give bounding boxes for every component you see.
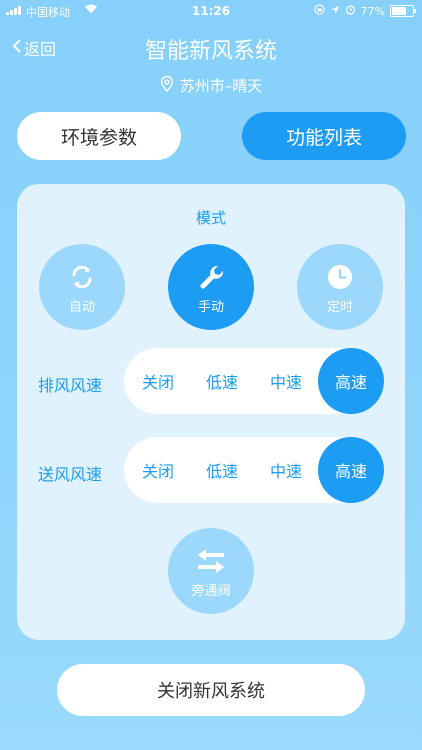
- location-text: 苏州市–晴天: [179, 77, 263, 95]
- swap-arrows-icon: [194, 544, 228, 578]
- location-row: 苏州市–晴天: [0, 75, 422, 96]
- supply-speed-selector: 关闭 低速 中速 高速: [124, 437, 384, 503]
- exhaust-option-off[interactable]: 关闭: [126, 348, 190, 414]
- supply-option-medium[interactable]: 中速: [254, 437, 318, 503]
- lock-rotation-icon: [313, 4, 325, 18]
- exhaust-option-low[interactable]: 低速: [190, 348, 254, 414]
- status-bar: 中国移动 11:26 77%: [0, 0, 422, 22]
- location-arrow-icon: [330, 5, 340, 18]
- exhaust-speed-selector: 关闭 低速 中速 高速: [124, 348, 384, 414]
- page-title: 智能新风系统: [144, 39, 277, 64]
- supply-option-off[interactable]: 关闭: [126, 437, 190, 503]
- supply-option-low[interactable]: 低速: [190, 437, 254, 503]
- exhaust-option-medium[interactable]: 中速: [254, 348, 318, 414]
- exhaust-option-high[interactable]: 高速: [318, 348, 384, 414]
- mode-label: 模式: [195, 209, 226, 227]
- mode-manual-label: 手动: [197, 299, 224, 315]
- close-system-button[interactable]: 关闭新风系统: [57, 664, 365, 716]
- mode-timer-label: 定时: [326, 299, 353, 315]
- mode-manual-button[interactable]: 手动: [168, 244, 254, 330]
- bypass-valve-label: 旁通阀: [191, 583, 231, 599]
- bypass-valve-button[interactable]: 旁通阀: [168, 528, 254, 614]
- tab-function-list[interactable]: 功能列表: [242, 112, 406, 160]
- alarm-icon: [345, 4, 356, 18]
- location-pin-icon: [160, 75, 174, 96]
- mode-auto-label: 自动: [68, 299, 95, 315]
- mode-timer-button[interactable]: 定时: [297, 244, 383, 330]
- supply-option-high[interactable]: 高速: [318, 437, 384, 503]
- supply-speed-label: 送风风速: [38, 465, 103, 484]
- wrench-icon: [196, 260, 226, 294]
- clock-icon: [325, 260, 355, 294]
- mode-auto-button[interactable]: 自动: [39, 244, 125, 330]
- battery-percent: 77%: [360, 4, 385, 18]
- exhaust-speed-label: 排风风速: [38, 376, 103, 395]
- tab-environment-params[interactable]: 环境参数: [17, 112, 181, 160]
- refresh-icon: [67, 260, 97, 294]
- battery-icon: [390, 5, 416, 17]
